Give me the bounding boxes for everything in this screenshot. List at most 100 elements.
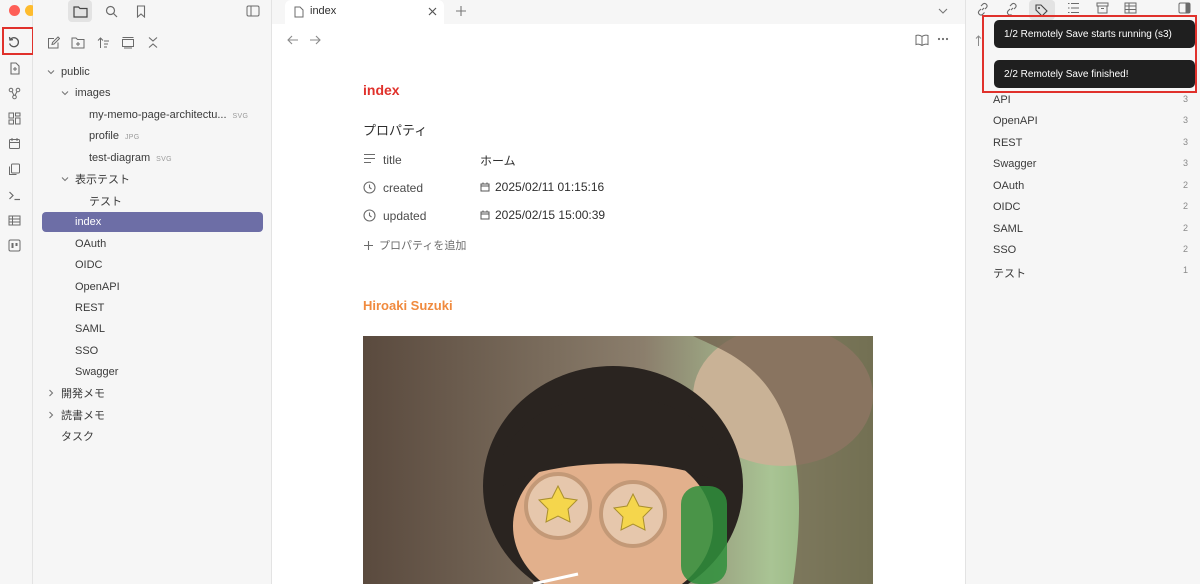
property-value[interactable]: 2025/02/15 15:00:39 — [495, 208, 605, 222]
tree-label: 表示テスト — [75, 174, 130, 186]
tag-item[interactable]: Swagger 3 — [993, 158, 1188, 174]
tab-index[interactable]: index — [285, 0, 444, 24]
tree-label: OAuth — [75, 238, 107, 250]
tree-folder-dev-memo[interactable]: 開発メモ — [42, 383, 263, 403]
graph-view-icon[interactable] — [3, 82, 25, 104]
tree-label: public — [61, 66, 90, 78]
forward-arrow-icon[interactable] — [309, 35, 321, 45]
search-icon[interactable] — [99, 0, 123, 22]
tree-label: SSO — [75, 345, 99, 357]
tree-folder-public[interactable]: public — [42, 62, 263, 82]
new-note-icon[interactable] — [41, 31, 65, 53]
collapse-all-icon[interactable] — [141, 31, 165, 53]
tree-file[interactable]: OAuth — [42, 234, 263, 254]
outgoing-links-icon[interactable] — [1005, 2, 1019, 16]
property-name: title — [383, 153, 402, 167]
toggle-left-sidebar-icon[interactable] — [241, 0, 265, 22]
tag-item[interactable]: API 3 — [993, 94, 1188, 110]
tag-item[interactable]: テスト 1 — [993, 265, 1188, 281]
tag-count: 2 — [1182, 180, 1188, 190]
file-switch-icon[interactable] — [3, 57, 25, 79]
tree-file[interactable]: タスク — [42, 426, 263, 446]
tag-count: 1 — [1182, 265, 1188, 275]
editor-pane: index index プロパティ title ホーム created 2025… — [272, 0, 965, 584]
tab-bar: index — [272, 0, 965, 24]
back-arrow-icon[interactable] — [287, 35, 299, 45]
canvas-icon[interactable] — [3, 107, 25, 129]
chevron-right-icon — [46, 388, 56, 398]
highlight-box-sync — [2, 27, 34, 55]
tree-file[interactable]: テスト — [42, 191, 263, 211]
tag-name: SSO — [993, 244, 1017, 256]
text-lines-icon — [363, 153, 376, 164]
close-icon[interactable] — [428, 7, 437, 16]
note-title[interactable]: index — [363, 82, 400, 98]
calendar-icon — [480, 210, 490, 220]
property-name: updated — [383, 209, 427, 223]
tree-label: SAML — [75, 323, 105, 335]
property-name: created — [383, 181, 424, 195]
backlinks-icon[interactable] — [976, 2, 990, 16]
command-palette-icon[interactable] — [3, 184, 25, 206]
tree-folder-images[interactable]: images — [42, 83, 263, 103]
tree-file-active[interactable]: index — [42, 212, 263, 232]
tree-label: images — [75, 87, 111, 99]
tag-count: 3 — [1182, 137, 1188, 147]
tree-label: Swagger — [75, 366, 119, 378]
tree-label: OIDC — [75, 259, 103, 271]
tree-file[interactable]: test-diagram SVG — [42, 148, 263, 168]
new-folder-icon[interactable] — [66, 31, 90, 53]
add-property-button[interactable]: プロパティを追加 — [363, 237, 466, 253]
file-extension-badge: SVG — [232, 113, 249, 120]
tag-item[interactable]: OpenAPI 3 — [993, 115, 1188, 131]
property-row-updated[interactable]: updated 2025/02/15 15:00:39 — [363, 206, 783, 226]
ribbon — [0, 0, 52, 584]
reading-view-icon[interactable] — [915, 34, 929, 46]
toggle-right-sidebar-icon[interactable] — [1178, 2, 1191, 14]
property-row-created[interactable]: created 2025/02/11 01:15:16 — [363, 178, 783, 198]
tag-item[interactable]: OAuth 2 — [993, 180, 1188, 196]
tab-label: index — [310, 5, 337, 17]
tag-count: 2 — [1182, 244, 1188, 254]
tree-label: my-memo-page-architectu... — [89, 109, 227, 121]
properties-heading: プロパティ — [363, 123, 428, 138]
outline-icon[interactable] — [1067, 2, 1080, 14]
property-value[interactable]: 2025/02/11 01:15:16 — [495, 180, 604, 194]
file-extension-badge: JPG — [124, 134, 140, 141]
add-property-label: プロパティを追加 — [379, 240, 467, 252]
tree-file[interactable]: SAML — [42, 319, 263, 339]
tag-item[interactable]: REST 3 — [993, 137, 1188, 153]
tree-file[interactable]: my-memo-page-architectu... SVG — [42, 105, 263, 125]
tree-file[interactable]: OIDC — [42, 255, 263, 275]
tree-file[interactable]: REST — [42, 298, 263, 318]
tree-file[interactable]: profile JPG — [42, 126, 263, 146]
property-row-title[interactable]: title ホーム — [363, 150, 783, 170]
tree-file[interactable]: SSO — [42, 341, 263, 361]
kanban-icon[interactable] — [3, 234, 25, 256]
tree-file[interactable]: Swagger — [42, 362, 263, 382]
bookmark-icon[interactable] — [129, 0, 153, 22]
tree-file[interactable]: OpenAPI — [42, 277, 263, 297]
more-options-icon[interactable] — [937, 37, 949, 41]
tag-item[interactable]: SAML 2 — [993, 223, 1188, 239]
auto-reveal-icon[interactable] — [116, 31, 140, 53]
tag-item[interactable]: SSO 2 — [993, 244, 1188, 260]
tag-item[interactable]: OIDC 2 — [993, 201, 1188, 217]
tree-folder-reading-memo[interactable]: 読書メモ — [42, 405, 263, 425]
clock-icon — [363, 181, 376, 194]
archive-icon[interactable] — [1096, 2, 1109, 14]
tab-list-chevron-icon[interactable] — [938, 7, 948, 15]
tag-name: OIDC — [993, 201, 1021, 213]
calendar-icon[interactable] — [3, 132, 25, 154]
window-close-button[interactable] — [9, 5, 20, 16]
files-folder-icon[interactable] — [68, 0, 92, 22]
table-icon[interactable] — [3, 209, 25, 231]
sort-icon[interactable] — [91, 31, 115, 53]
tree-folder-display-test[interactable]: 表示テスト — [42, 169, 263, 189]
new-tab-icon[interactable] — [455, 5, 467, 17]
templates-icon[interactable] — [3, 158, 25, 180]
tree-label: テスト — [89, 196, 122, 208]
table-view-icon[interactable] — [1124, 2, 1137, 14]
property-value[interactable]: ホーム — [480, 152, 516, 169]
tree-label: REST — [75, 302, 105, 314]
